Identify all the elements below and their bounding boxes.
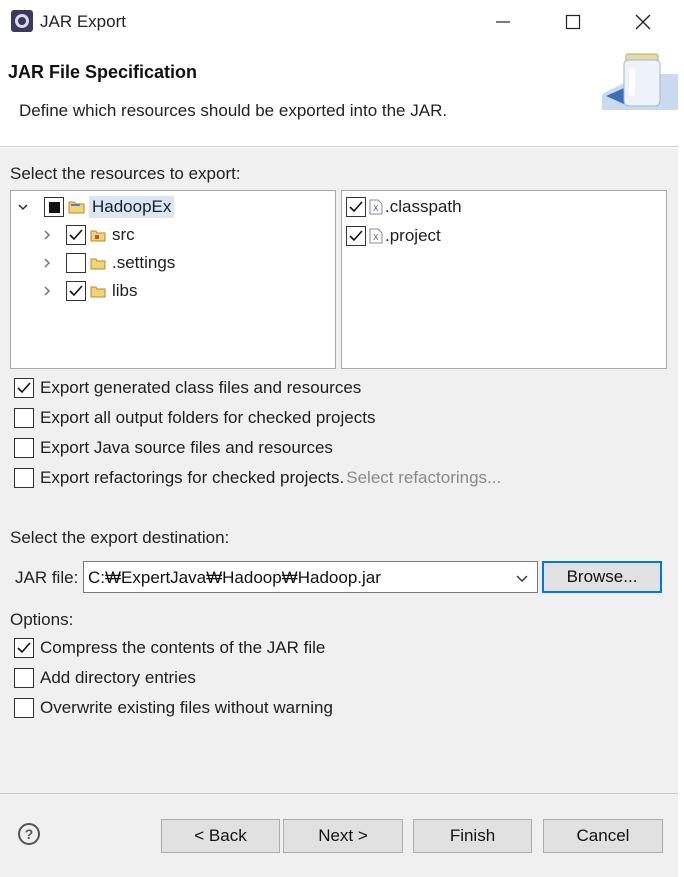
file-label: .project (385, 226, 441, 245)
tree-item-hadoopex[interactable]: HadoopEx (16, 196, 175, 218)
directory-entries-checkbox[interactable] (14, 668, 34, 688)
page-description: Define which resources should be exporte… (19, 101, 448, 120)
tree-label: libs (112, 281, 138, 300)
file-item-classpath[interactable]: X .classpath (346, 197, 462, 217)
folder-icon (90, 283, 106, 299)
settings-checkbox[interactable] (66, 253, 86, 273)
close-button[interactable] (608, 0, 678, 44)
close-icon (635, 14, 651, 30)
xml-file-icon: X (369, 199, 383, 215)
maximize-icon (565, 14, 581, 30)
background-window-edge (678, 0, 684, 877)
eclipse-icon (11, 10, 33, 32)
export-refactorings-checkbox[interactable] (14, 468, 34, 488)
resources-label: Select the resources to export: (10, 164, 241, 183)
libs-checkbox[interactable] (66, 281, 86, 301)
compress-option[interactable]: Compress the contents of the JAR file (14, 638, 325, 658)
overwrite-option[interactable]: Overwrite existing files without warning (14, 698, 333, 718)
cancel-button[interactable]: Cancel (543, 819, 663, 853)
jar-banner-icon (602, 44, 684, 110)
finish-button[interactable]: Finish (413, 819, 532, 853)
minimize-icon (496, 21, 510, 23)
jar-file-input[interactable]: C:₩ExpertJava₩Hadoop₩Hadoop.jar (88, 568, 381, 588)
chevron-right-icon[interactable] (40, 256, 54, 270)
window-title: JAR Export (40, 12, 126, 31)
option-label: Export Java source files and resources (40, 438, 333, 457)
option-label: Add directory entries (40, 668, 196, 687)
next-button[interactable]: Next > (283, 819, 403, 853)
export-java-source-checkbox[interactable] (14, 438, 34, 458)
tree-label: HadoopEx (89, 196, 175, 218)
tree-label: .settings (112, 253, 176, 272)
classpath-checkbox[interactable] (346, 197, 366, 217)
destination-label: Select the export destination: (10, 528, 230, 547)
package-folder-icon (90, 227, 106, 243)
svg-text:X: X (373, 233, 379, 242)
hadoopex-checkbox[interactable] (44, 197, 64, 217)
compress-checkbox[interactable] (14, 638, 34, 658)
folder-icon (90, 255, 106, 271)
tree-item-settings[interactable]: .settings (40, 253, 175, 273)
page-title: JAR File Specification (8, 62, 198, 82)
export-output-folders-checkbox[interactable] (14, 408, 34, 428)
chevron-right-icon[interactable] (40, 284, 54, 298)
option-label: Compress the contents of the JAR file (40, 638, 326, 657)
file-label: .classpath (385, 197, 462, 216)
tree-label: src (112, 225, 135, 244)
file-item-project[interactable]: X .project (346, 226, 441, 246)
option-label: Export refactorings for checked projects… (40, 468, 345, 487)
xml-file-icon: X (369, 228, 383, 244)
browse-button[interactable]: Browse... (542, 561, 662, 593)
option-label: Overwrite existing files without warning (40, 698, 333, 717)
export-java-source-option[interactable]: Export Java source files and resources (14, 438, 333, 458)
jar-file-label: JAR file: (15, 568, 79, 587)
export-refactorings-option[interactable]: Export refactorings for checked projects… (14, 468, 501, 488)
overwrite-checkbox[interactable] (14, 698, 34, 718)
chevron-down-icon[interactable] (515, 570, 529, 584)
tree-item-src[interactable]: src (40, 225, 135, 245)
minimize-button[interactable] (468, 0, 538, 44)
option-label: Export all output folders for checked pr… (40, 408, 376, 427)
option-label: Export generated class files and resourc… (40, 378, 362, 397)
export-generated-class-checkbox[interactable] (14, 378, 34, 398)
directory-entries-option[interactable]: Add directory entries (14, 668, 196, 688)
maximize-button[interactable] (538, 0, 608, 44)
options-label: Options: (10, 610, 74, 629)
project-folder-icon (68, 199, 86, 215)
help-icon[interactable]: ? (18, 823, 40, 845)
export-output-folders-option[interactable]: Export all output folders for checked pr… (14, 408, 375, 428)
src-checkbox[interactable] (66, 225, 86, 245)
wizard-banner (0, 44, 684, 147)
chevron-down-icon[interactable] (16, 200, 30, 214)
tree-item-libs[interactable]: libs (40, 281, 138, 301)
project-checkbox[interactable] (346, 226, 366, 246)
select-refactorings-link[interactable]: Select refactorings... (346, 468, 501, 488)
export-generated-class-option[interactable]: Export generated class files and resourc… (14, 378, 361, 398)
footer-separator (0, 793, 684, 794)
jar-file-combobox[interactable]: C:₩ExpertJava₩Hadoop₩Hadoop.jar (83, 561, 538, 593)
chevron-right-icon[interactable] (40, 228, 54, 242)
back-button[interactable]: < Back (161, 819, 280, 853)
svg-text:X: X (373, 204, 379, 213)
